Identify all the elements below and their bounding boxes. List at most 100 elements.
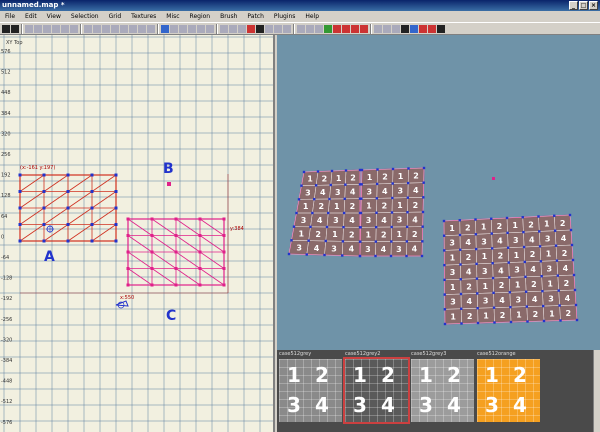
close-button[interactable]: ×: [589, 1, 598, 10]
tile-number: 4: [466, 268, 472, 277]
tile-number: 2: [498, 251, 504, 260]
camera-canvas[interactable]: 131313242424131313242424 131313242424131…: [277, 35, 600, 350]
entity-icon[interactable]: [197, 24, 205, 33]
bobtoolz-icon[interactable]: [392, 24, 400, 33]
texture-browser[interactable]: case512grey 1 2 3 4 case512grey2 1 2 3 4 case512gr…: [277, 350, 600, 432]
entity-b[interactable]: [167, 182, 171, 186]
open-icon[interactable]: [2, 24, 10, 33]
patch-bend-icon[interactable]: [265, 24, 273, 33]
flip-y-icon[interactable]: [43, 24, 51, 33]
tile-number: 1: [482, 252, 488, 261]
y-tick-label: 512: [1, 70, 11, 76]
drag-edges-icon[interactable]: [229, 24, 237, 33]
menu-selection[interactable]: Selection: [66, 11, 104, 22]
toolbar-separator: [370, 23, 372, 34]
surface-inspector-icon[interactable]: [428, 24, 436, 33]
texture-thumbnail[interactable]: 1234: [279, 359, 342, 422]
menu-region[interactable]: Region: [185, 11, 216, 22]
tile-number: 4: [499, 296, 505, 305]
tile-number: 2: [497, 222, 503, 231]
toolbar-separator: [21, 23, 23, 34]
texture-view-icon[interactable]: [170, 24, 178, 33]
free-rotate-icon[interactable]: [206, 24, 214, 33]
rotate-z-icon[interactable]: [70, 24, 78, 33]
menu-misc[interactable]: Misc: [161, 11, 184, 22]
select-complete-tall-icon[interactable]: [84, 24, 92, 33]
patch-wireframe-icon[interactable]: [256, 24, 264, 33]
select-touching-icon[interactable]: [93, 24, 101, 33]
plugin-icon[interactable]: [383, 24, 391, 33]
show-patches-icon[interactable]: [247, 24, 255, 33]
3d-patch-b[interactable]: 131313242424131313242424: [358, 166, 426, 258]
bsp-icon[interactable]: [410, 24, 418, 33]
menu-view[interactable]: View: [42, 11, 66, 22]
change-views-icon[interactable]: [161, 24, 169, 33]
drag-vertices-icon[interactable]: [238, 24, 246, 33]
minimize-button[interactable]: _: [569, 1, 578, 10]
tile-number: 3: [547, 264, 553, 273]
tile-number: 4: [413, 186, 419, 195]
curve-endcap-icon[interactable]: [333, 24, 341, 33]
menu-grid[interactable]: Grid: [104, 11, 127, 22]
patch-inverted-cap-icon[interactable]: [351, 24, 359, 33]
maximize-button[interactable]: □: [579, 1, 588, 10]
texture-thumbnail[interactable]: 1234: [343, 357, 410, 424]
select-partial-tall-icon[interactable]: [102, 24, 110, 33]
clipper-icon[interactable]: [147, 24, 155, 33]
menu-patch[interactable]: Patch: [242, 11, 268, 22]
menu-edit[interactable]: Edit: [20, 11, 42, 22]
cubic-clip-icon[interactable]: [179, 24, 187, 33]
grid-lines: [0, 35, 273, 432]
xy-top-view[interactable]: XY Top 576 512 448 384 320 256 192 128 64 0 -64 -12…: [0, 35, 275, 432]
rotate-y-icon[interactable]: [52, 24, 60, 33]
camera-3d-view[interactable]: 131313242424131313242424 131313242424131…: [277, 35, 600, 350]
patch-weld-icon[interactable]: [274, 24, 282, 33]
3d-entity[interactable]: [492, 177, 495, 180]
curve-bevel-icon[interactable]: [324, 24, 332, 33]
texture-scrollbar[interactable]: [593, 350, 600, 432]
scale-icon[interactable]: [220, 24, 228, 33]
label-b: B: [163, 161, 174, 177]
3d-patch-c[interactable]: 1313131242424213131312424242131313124242…: [442, 213, 579, 326]
menu-help[interactable]: Help: [300, 11, 324, 22]
3d-patch-a[interactable]: 131313242424131313242424: [287, 168, 362, 258]
texture-thumbnail[interactable]: 1234: [477, 359, 540, 422]
tile-number: 3: [396, 245, 402, 254]
tile-number: 1: [516, 310, 522, 319]
menu-textures[interactable]: Textures: [126, 11, 161, 22]
patch-c[interactable]: [126, 217, 226, 287]
lightning-icon[interactable]: [374, 24, 382, 33]
menu-brush[interactable]: Brush: [215, 11, 242, 22]
tile-number: 1: [450, 253, 456, 262]
flip-z-icon[interactable]: [61, 24, 69, 33]
select-inside-icon[interactable]: [111, 24, 119, 33]
rotate-x-icon[interactable]: [34, 24, 42, 33]
tile-number: 4: [314, 244, 320, 253]
csg-subtract-icon[interactable]: [120, 24, 128, 33]
patch-cap-icon[interactable]: [342, 24, 350, 33]
patch-drill-icon[interactable]: [283, 24, 291, 33]
save-icon[interactable]: [11, 24, 19, 33]
xy-grid-canvas[interactable]: XY Top 576 512 448 384 320 256 192 128 64 0 -64 -12…: [0, 35, 275, 432]
csg-merge-icon[interactable]: [129, 24, 137, 33]
tile-number: 2: [499, 281, 505, 290]
patch-a[interactable]: [18, 173, 118, 243]
texture-tool-icon[interactable]: [419, 24, 427, 33]
flip-x-icon[interactable]: [25, 24, 33, 33]
camera-icon[interactable]: [188, 24, 196, 33]
tile-number: 3: [450, 268, 456, 277]
patch-a-coords: (x:-161 y:197): [20, 165, 55, 171]
menu-plugins[interactable]: Plugins: [269, 11, 301, 22]
curve-cone-icon[interactable]: [315, 24, 323, 33]
tile-number: 4: [412, 215, 418, 224]
camera-icon[interactable]: [115, 300, 129, 309]
tile-number: 2: [413, 172, 419, 181]
curve-icon[interactable]: [297, 24, 305, 33]
gen-surf-icon[interactable]: [437, 24, 445, 33]
texture-thumbnail[interactable]: 1234: [411, 359, 474, 422]
menu-file[interactable]: File: [0, 11, 20, 22]
hollow-icon[interactable]: [138, 24, 146, 33]
prtview-icon[interactable]: [401, 24, 409, 33]
show-entities-icon[interactable]: [360, 24, 368, 33]
curve-cylinder-icon[interactable]: [306, 24, 314, 33]
